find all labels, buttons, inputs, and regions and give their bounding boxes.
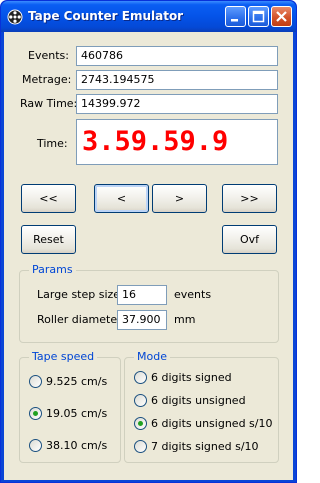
close-icon — [276, 11, 287, 22]
mode-label-7-signed-s10: 7 digits signed s/10 — [151, 440, 259, 453]
roller-diameter-input[interactable]: 37.900 — [117, 310, 167, 330]
step-back-button[interactable]: < — [94, 184, 149, 213]
tape-speed-group-title: Tape speed — [29, 350, 98, 363]
radio-selected-dot — [138, 421, 143, 426]
roller-diameter-unit: mm — [174, 313, 196, 326]
events-label: Events: — [28, 49, 69, 62]
params-group: Params Large step size: 16 events Roller… — [19, 263, 279, 343]
tape-speed-group: Tape speed 9.525 cm/s 19.05 cm/s 38.10 c… — [19, 350, 121, 463]
client-area: Events: 460786 Metrage: 2743.194575 Raw … — [4, 32, 293, 480]
events-field[interactable]: 460786 — [76, 46, 278, 66]
minimize-icon — [231, 19, 238, 22]
reset-button[interactable]: Reset — [21, 225, 76, 254]
film-reel-icon — [7, 9, 23, 25]
step-forward-button[interactable]: > — [152, 184, 207, 213]
window-title: Tape Counter Emulator — [28, 9, 184, 23]
tape-speed-radio-9525[interactable] — [29, 375, 42, 388]
mode-radio-6-unsigned-s10[interactable] — [134, 417, 147, 430]
tape-speed-label-3810: 38.10 cm/s — [46, 439, 108, 452]
large-step-input[interactable]: 16 — [117, 285, 167, 305]
raw-time-label: Raw Time: — [20, 97, 78, 110]
raw-time-field[interactable]: 14399.972 — [76, 94, 278, 114]
time-display: 3.59.59.9 — [76, 119, 278, 165]
mode-radio-6-unsigned[interactable] — [134, 394, 147, 407]
tape-speed-label-1905: 19.05 cm/s — [46, 407, 108, 420]
fast-forward-button[interactable]: >> — [222, 184, 277, 213]
app-window: Tape Counter Emulator Events: 460786 Met… — [0, 0, 297, 483]
mode-group-title: Mode — [134, 350, 170, 363]
mode-label-6-unsigned-s10: 6 digits unsigned s/10 — [151, 417, 273, 430]
minimize-button[interactable] — [225, 6, 246, 27]
metrage-label: Metrage: — [22, 73, 72, 86]
radio-selected-dot — [33, 411, 38, 416]
maximize-icon — [252, 10, 265, 23]
tape-speed-radio-1905[interactable] — [29, 407, 42, 420]
mode-label-6-signed: 6 digits signed — [151, 371, 232, 384]
mode-group: Mode 6 digits signed 6 digits unsigned 6… — [124, 350, 279, 463]
large-step-unit: events — [174, 288, 212, 301]
mode-label-6-unsigned: 6 digits unsigned — [151, 394, 246, 407]
tape-speed-radio-3810[interactable] — [29, 439, 42, 452]
metrage-field[interactable]: 2743.194575 — [76, 70, 278, 90]
roller-diameter-label: Roller diameter: — [37, 313, 126, 326]
title-bar[interactable]: Tape Counter Emulator — [1, 1, 296, 32]
mode-radio-7-signed-s10[interactable] — [134, 440, 147, 453]
maximize-button[interactable] — [248, 6, 269, 27]
fast-rewind-button[interactable]: << — [21, 184, 76, 213]
time-label: Time: — [37, 137, 68, 150]
mode-radio-6-signed[interactable] — [134, 371, 147, 384]
tape-speed-label-9525: 9.525 cm/s — [46, 375, 108, 388]
ovf-button[interactable]: Ovf — [222, 225, 277, 254]
time-value: 3.59.59.9 — [82, 126, 229, 157]
close-button[interactable] — [271, 6, 292, 27]
large-step-label: Large step size: — [37, 288, 124, 301]
params-group-title: Params — [29, 263, 76, 276]
